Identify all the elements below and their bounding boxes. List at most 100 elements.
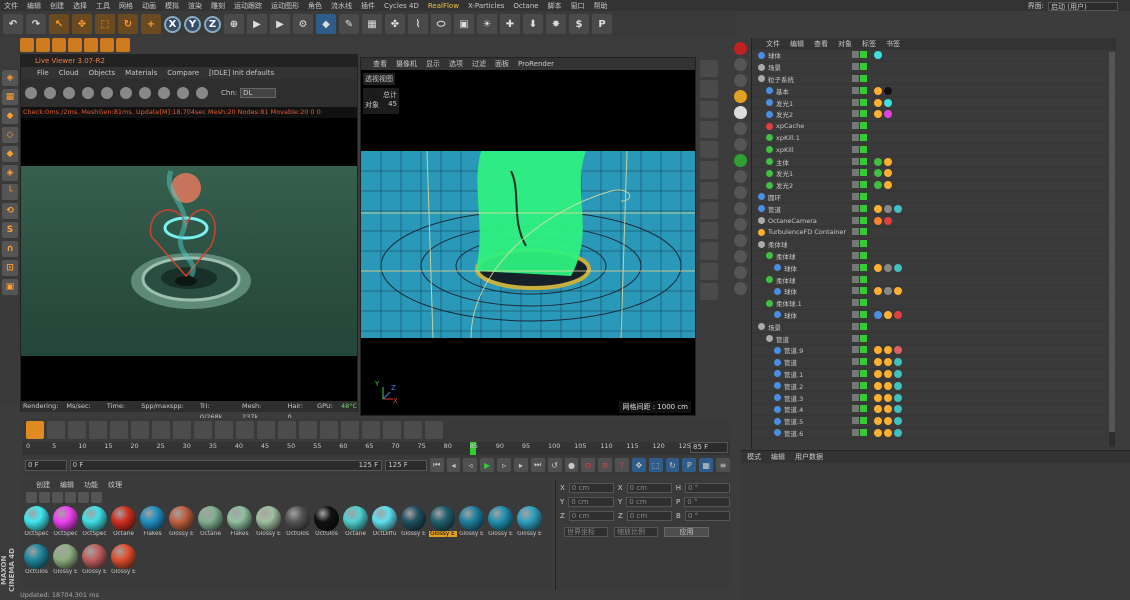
workplane-icon[interactable] [52, 38, 66, 52]
subdivision-icon[interactable]: ▦ [362, 14, 382, 34]
visibility-toggles[interactable] [852, 405, 870, 413]
key-cube2-icon[interactable] [194, 421, 212, 439]
key-connect-icon[interactable] [131, 421, 149, 439]
menu-item[interactable]: 插件 [361, 1, 375, 11]
object-row[interactable]: 管道.9 [752, 345, 1116, 357]
cache-icon[interactable] [733, 202, 747, 215]
object-row[interactable]: 管道 [752, 357, 1116, 369]
editor-visibility-icon[interactable] [852, 157, 859, 165]
magnet-icon[interactable] [700, 181, 718, 199]
object-row[interactable]: 粒子系统 [752, 74, 1116, 86]
editor-visibility-icon[interactable] [852, 405, 859, 413]
tag-icon[interactable] [884, 216, 892, 225]
editor-visibility-icon[interactable] [852, 358, 859, 366]
key-bars-icon[interactable] [404, 421, 422, 439]
object-manager-menu-item[interactable]: 编辑 [790, 38, 804, 50]
tag-icon[interactable] [884, 204, 892, 213]
enabled-check-icon[interactable] [860, 169, 867, 177]
enabled-check-icon[interactable] [860, 275, 867, 283]
tag-icon[interactable] [884, 405, 892, 414]
material-swatch[interactable]: OctGlos [283, 504, 312, 542]
menu-item[interactable]: Octane [513, 2, 538, 10]
editor-visibility-icon[interactable] [852, 240, 859, 248]
play-icon[interactable]: ▶ [480, 458, 495, 472]
tweak-icon[interactable]: ⟲ [2, 203, 18, 219]
point-mode-icon[interactable] [68, 38, 82, 52]
key-selection-icon[interactable]: ? [615, 458, 629, 472]
enabled-check-icon[interactable] [860, 133, 867, 141]
render-start-icon[interactable] [25, 87, 37, 99]
tag-icon[interactable] [884, 287, 892, 296]
menu-item[interactable]: 角色 [308, 1, 322, 11]
visibility-toggles[interactable] [852, 334, 870, 343]
visibility-toggles[interactable] [852, 428, 870, 437]
editor-visibility-icon[interactable] [852, 133, 859, 141]
key-link-icon[interactable] [152, 421, 170, 439]
goto-start-icon[interactable]: ⏮ [429, 458, 444, 472]
visibility-toggles[interactable] [852, 369, 870, 378]
size-field[interactable]: 0 cm [626, 482, 672, 493]
tag-icon[interactable] [874, 358, 882, 367]
rotation-field[interactable]: 0 ° [684, 496, 730, 507]
visibility-toggles[interactable] [852, 157, 870, 166]
visibility-toggles[interactable] [852, 216, 870, 225]
material-ball-icon[interactable] [52, 491, 63, 503]
snap-settings-icon[interactable]: S [2, 222, 18, 238]
xp-icon[interactable]: ✸ [546, 14, 566, 34]
redo-icon[interactable]: ↷ [26, 14, 46, 34]
editor-visibility-icon[interactable] [852, 369, 859, 377]
object-row[interactable]: 球体 [752, 262, 1116, 275]
menu-item[interactable]: 选择 [73, 1, 87, 11]
visibility-toggles[interactable] [852, 310, 870, 319]
material-menu-item[interactable]: 纹理 [108, 480, 122, 490]
viewport-menu-item[interactable]: 过滤 [472, 58, 486, 70]
channel-selector[interactable]: Chn: DL [221, 88, 277, 98]
material-dot-icon[interactable] [65, 491, 76, 503]
enabled-check-icon[interactable] [860, 322, 867, 330]
snap-icon[interactable] [100, 38, 114, 52]
visibility-toggles[interactable] [852, 98, 870, 107]
menu-item[interactable]: 运动图形 [271, 1, 299, 11]
enabled-check-icon[interactable] [860, 204, 867, 212]
tag-icon[interactable] [884, 428, 892, 437]
enabled-check-icon[interactable] [860, 145, 867, 153]
tag-icon[interactable] [884, 169, 892, 178]
key-pla-icon[interactable]: ▦ [699, 458, 714, 472]
tag-icon[interactable] [884, 157, 892, 166]
scale-icon[interactable]: ⬚ [95, 14, 115, 34]
loop-icon[interactable]: ↺ [547, 458, 562, 472]
key-cube10-icon[interactable] [362, 421, 380, 439]
rotation-field[interactable]: 0 ° [684, 482, 730, 493]
grid-dots-icon[interactable] [700, 161, 718, 179]
tag-icon[interactable] [884, 110, 892, 119]
editor-visibility-icon[interactable] [852, 310, 859, 318]
magnet-icon[interactable]: ∩ [2, 241, 18, 257]
octane-icon[interactable] [733, 58, 747, 71]
editor-visibility-icon[interactable] [852, 86, 859, 94]
visibility-toggles[interactable] [852, 74, 870, 83]
turbulence-icon[interactable]: $ [569, 14, 589, 34]
visibility-toggles[interactable] [852, 204, 870, 213]
object-row[interactable]: 场景 [752, 321, 1116, 334]
object-manager-menu-item[interactable]: 书签 [886, 38, 900, 50]
layout-dropdown[interactable]: 启动 (用户) [1048, 1, 1118, 11]
enabled-check-icon[interactable] [860, 63, 867, 71]
viewport-menu-item[interactable]: 查看 [373, 58, 387, 70]
size-field[interactable]: 0 cm [626, 496, 673, 507]
editor-visibility-icon[interactable] [852, 334, 859, 342]
tag-icon[interactable] [874, 287, 882, 296]
axis-x-button[interactable]: X [164, 15, 181, 33]
menu-item[interactable]: 编辑 [27, 1, 41, 11]
enabled-check-icon[interactable] [860, 122, 867, 130]
psr-icon[interactable]: P [592, 14, 612, 34]
render-settings-icon[interactable]: ⚙ [293, 14, 313, 34]
editor-visibility-icon[interactable] [852, 251, 859, 259]
material-swatch[interactable]: Glossy E [515, 504, 544, 542]
object-row[interactable]: 基本 [752, 85, 1116, 98]
material-swatch[interactable]: OctSpec [51, 504, 80, 542]
tag-icon[interactable] [884, 393, 892, 402]
tag-icon[interactable] [894, 369, 902, 378]
menu-item[interactable]: RealFlow [428, 2, 459, 10]
visibility-toggles[interactable] [852, 181, 870, 189]
cut-icon[interactable] [700, 201, 718, 219]
